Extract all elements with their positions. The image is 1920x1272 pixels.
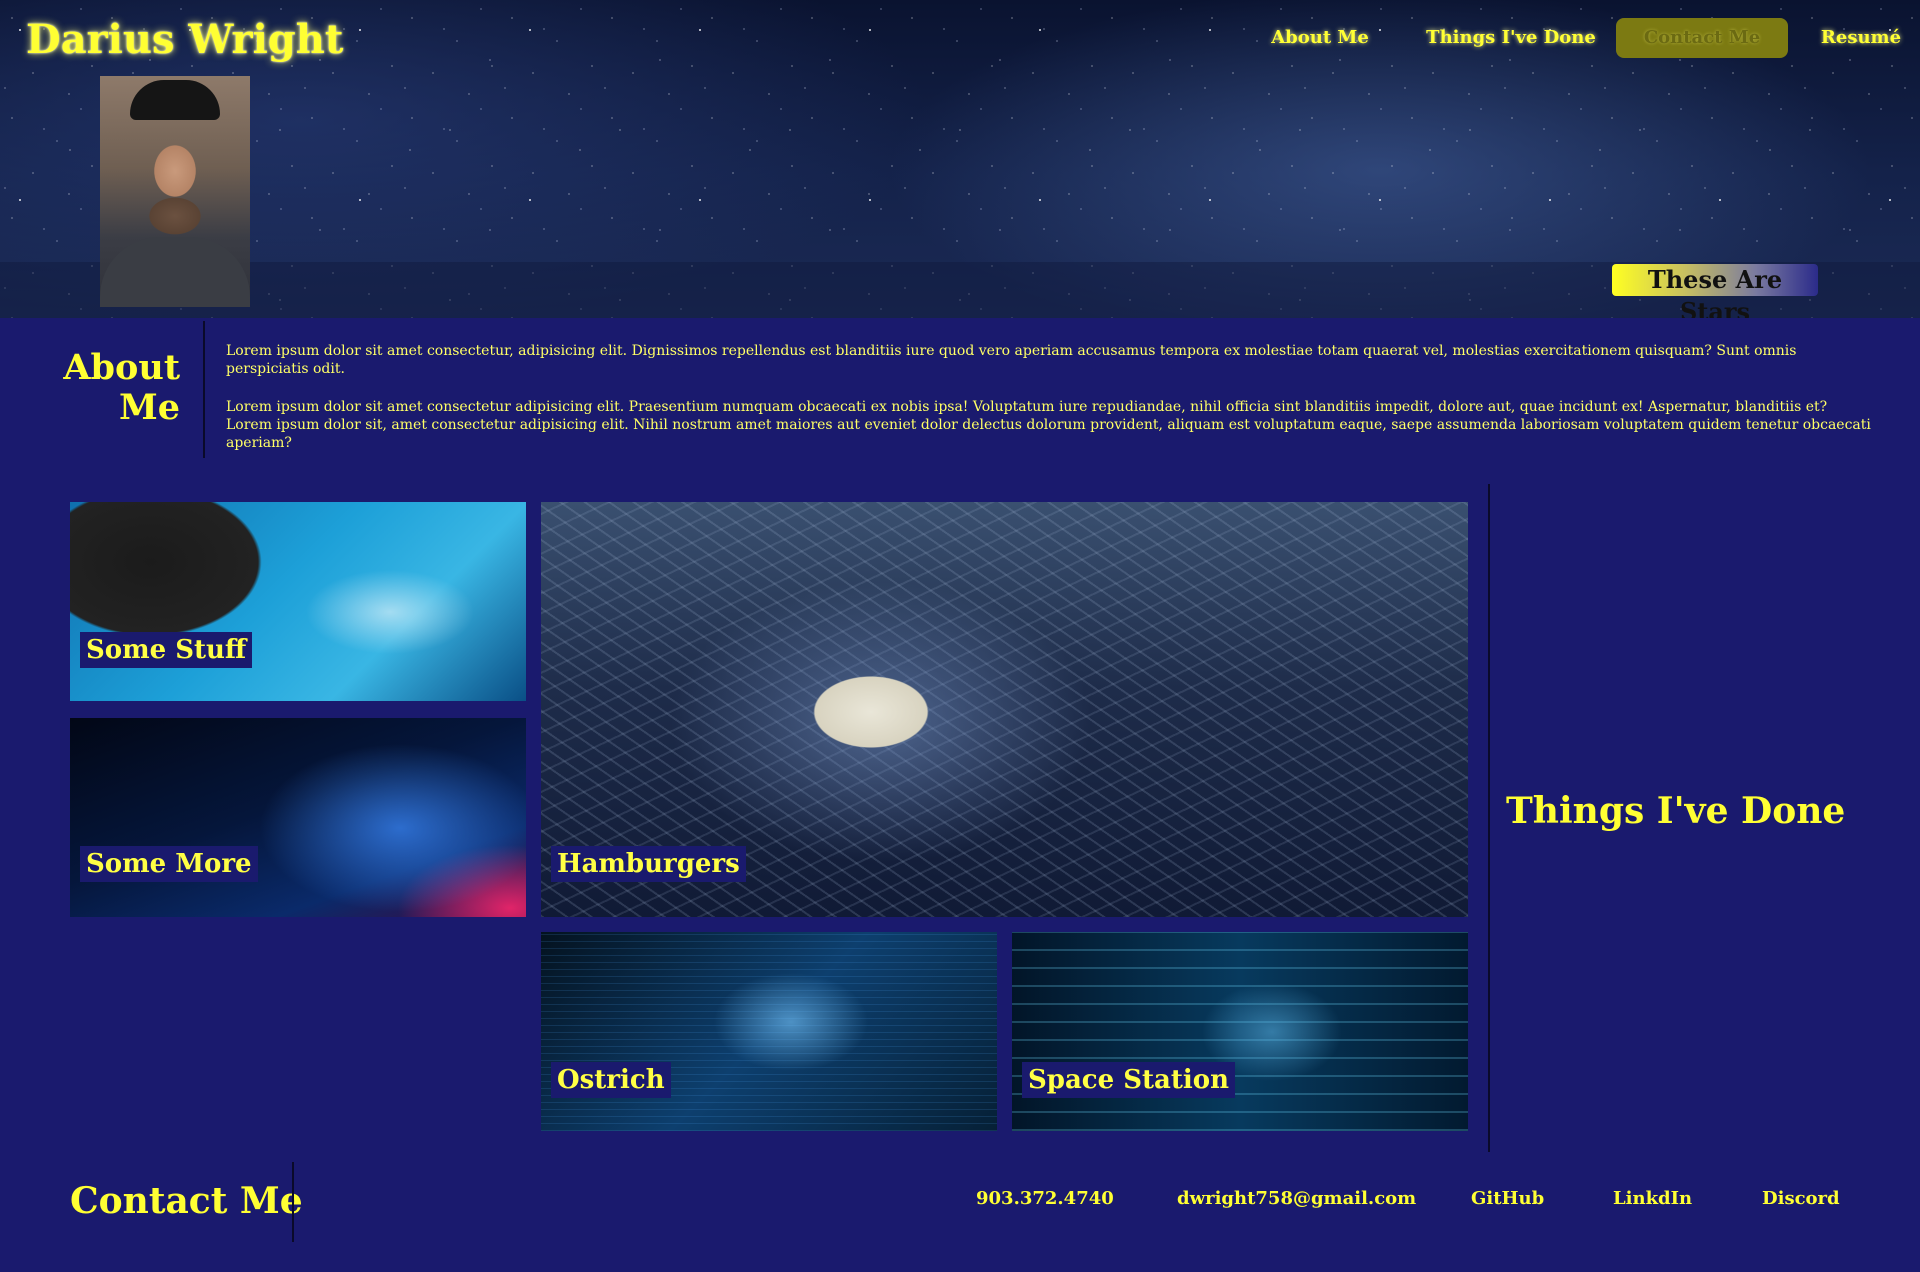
contact-email-link[interactable]: dwright758@gmail.com: [1177, 1188, 1416, 1209]
project-label: Space Station: [1022, 1062, 1235, 1098]
project-tile-hamburgers[interactable]: Hamburgers: [541, 502, 1468, 917]
contact-github-link[interactable]: GitHub: [1471, 1188, 1544, 1209]
about-paragraph-2: Lorem ipsum dolor sit amet consectetur a…: [226, 399, 1871, 451]
avatar-shirt: [100, 237, 250, 307]
avatar-cap: [130, 80, 220, 120]
project-label: Some Stuff: [80, 632, 253, 668]
contact-heading: Contact Me: [70, 1180, 303, 1222]
project-label: Some More: [80, 846, 258, 882]
contact-linkedin-link[interactable]: LinkdIn: [1613, 1188, 1692, 1209]
hero-header: Darius Wright About Me Things I've Done …: [0, 0, 1920, 318]
project-label: Hamburgers: [551, 846, 746, 882]
about-heading: About Me: [63, 347, 180, 428]
about-paragraph-1: Lorem ipsum dolor sit amet consectetur, …: [226, 343, 1797, 377]
nav-about-link[interactable]: About Me: [1268, 18, 1372, 58]
main-nav: About Me Things I've Done Contact Me Res…: [1020, 18, 1920, 60]
about-divider: [203, 321, 205, 458]
project-tile-ostrich[interactable]: Ostrich: [541, 932, 997, 1131]
contact-links: 903.372.4740 dwright758@gmail.com GitHub…: [940, 1188, 1900, 1218]
about-text: Lorem ipsum dolor sit amet consectetur, …: [226, 342, 1876, 472]
project-tile-some-more[interactable]: Some More: [70, 718, 526, 917]
project-tile-some-stuff[interactable]: Some Stuff: [70, 502, 526, 701]
nav-resume-link[interactable]: Resumé: [1812, 18, 1910, 58]
contact-divider: [292, 1162, 294, 1242]
project-tile-space-station[interactable]: Space Station: [1012, 932, 1468, 1131]
project-label: Ostrich: [551, 1062, 671, 1098]
hero-caption: These Are Stars: [1612, 264, 1818, 318]
projects-heading: Things I've Done: [1506, 790, 1846, 832]
contact-discord-link[interactable]: Discord: [1762, 1188, 1840, 1209]
contact-phone-link[interactable]: 903.372.4740: [976, 1188, 1114, 1209]
nav-contact-link[interactable]: Contact Me: [1616, 18, 1788, 58]
site-title: Darius Wright: [26, 16, 344, 63]
projects-divider: [1488, 484, 1490, 1152]
nav-things-link[interactable]: Things I've Done: [1426, 18, 1596, 58]
profile-photo: [100, 76, 250, 307]
